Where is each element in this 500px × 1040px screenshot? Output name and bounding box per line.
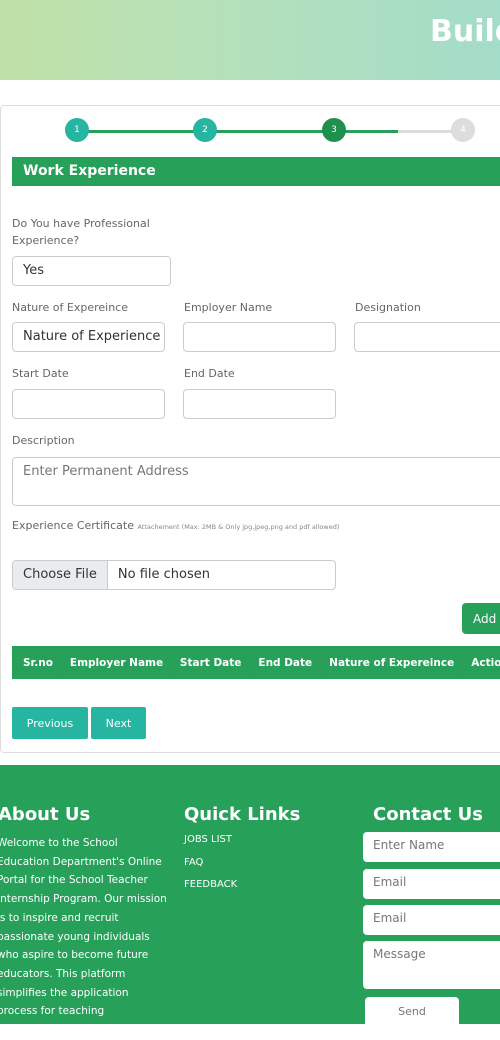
professional-label: Do You have Professional Experience? (12, 217, 150, 247)
col-nature: Nature of Expereince (321, 646, 464, 679)
contact-title: Contact Us (373, 804, 484, 825)
hero-banner (0, 0, 500, 80)
send-button[interactable]: Send (365, 997, 459, 1024)
start-date-label: Start Date (12, 367, 69, 380)
employer-label: Employer Name (184, 301, 273, 314)
certificate-note: Attachement (Max: 2MB & Only jpg,jpeg,pn… (137, 523, 340, 531)
start-date-input[interactable] (12, 389, 165, 419)
link-feedback[interactable]: FEEDBACK (184, 879, 237, 890)
next-button[interactable]: Next (91, 707, 146, 739)
nature-input[interactable]: Nature of Experience (12, 322, 165, 352)
about-text: Welcome to the School Education Departme… (0, 837, 167, 1037)
file-status: No file chosen (117, 567, 210, 582)
col-srno: Sr.no (12, 646, 62, 679)
step-2[interactable]: 2 (193, 118, 217, 142)
link-jobs-list[interactable]: JOBS LIST (184, 834, 232, 845)
step-3[interactable]: 3 (322, 118, 346, 142)
col-start-date: Start Date (172, 646, 251, 679)
certificate-label-text: Experience Certificate (12, 519, 134, 532)
hero-title: Build (430, 14, 500, 49)
stepper-progress (76, 130, 398, 133)
contact-email2-input[interactable]: Email (363, 905, 500, 935)
contact-name-input[interactable]: Enter Name (363, 832, 500, 862)
certificate-label: Experience Certificate Attachement (Max:… (12, 518, 342, 535)
col-employer: Employer Name (62, 646, 172, 679)
description-label: Description (12, 434, 75, 447)
about-title: About Us (0, 804, 91, 825)
step-1[interactable]: 1 (65, 118, 89, 142)
col-action: Action (471, 656, 500, 669)
employer-input[interactable] (183, 322, 336, 352)
description-textarea[interactable]: Enter Permanent Address (12, 457, 500, 506)
contact-email-input[interactable]: Email (363, 869, 500, 899)
end-date-label: End Date (184, 367, 235, 380)
contact-message-input[interactable]: Message (363, 941, 500, 989)
choose-file-button[interactable]: Choose File (13, 561, 108, 589)
professional-select[interactable]: Yes (12, 256, 171, 286)
table-header: Sr.no Employer Name Start Date End Date … (12, 646, 500, 679)
nature-label: Nature of Expereince (12, 301, 128, 314)
previous-button[interactable]: Previous (12, 707, 88, 739)
section-header: Work Experience (12, 157, 500, 186)
step-4[interactable]: 4 (451, 118, 475, 142)
end-date-input[interactable] (183, 389, 336, 419)
file-input[interactable]: Choose File No file chosen (12, 560, 336, 590)
link-faq[interactable]: FAQ (184, 857, 203, 868)
add-button[interactable]: Add (462, 603, 500, 634)
col-end-date: End Date (250, 646, 322, 679)
designation-label: Designation (355, 301, 421, 314)
designation-input[interactable] (354, 322, 500, 352)
quick-links-title: Quick Links (184, 804, 301, 825)
